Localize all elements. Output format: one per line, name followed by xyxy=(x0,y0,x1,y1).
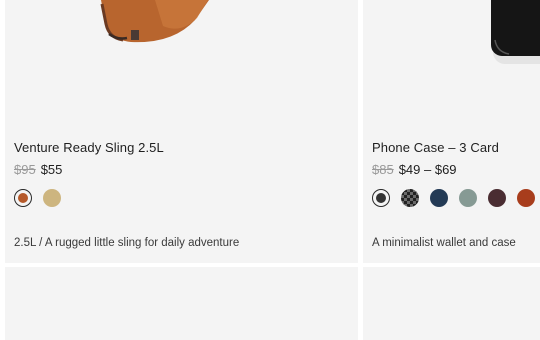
product-title[interactable]: Venture Ready Sling 2.5L xyxy=(14,140,164,155)
swatch-check[interactable] xyxy=(401,189,419,207)
swatch-tan[interactable] xyxy=(43,189,61,207)
swatch-sage[interactable] xyxy=(459,189,477,207)
swatch-rust-selected[interactable] xyxy=(14,189,32,207)
sale-price: $55 xyxy=(40,162,63,177)
swatch-navy[interactable] xyxy=(430,189,448,207)
swatch-plum[interactable] xyxy=(488,189,506,207)
sling-bag-image[interactable] xyxy=(5,0,358,130)
original-price: $95 xyxy=(14,162,36,177)
price: $95 $55 xyxy=(14,162,62,177)
swatch-charcoal-selected[interactable] xyxy=(372,189,390,207)
product-card-sling[interactable]: Venture Ready Sling 2.5L $95 $55 2.5L / A… xyxy=(5,0,358,263)
original-price: $85 xyxy=(372,162,394,177)
product-description: 2.5L / A rugged little sling for daily a… xyxy=(14,237,240,249)
color-swatches xyxy=(14,189,61,207)
sale-price: $49 – $69 xyxy=(398,162,457,177)
product-card-placeholder[interactable] xyxy=(363,267,540,340)
swatch-red[interactable] xyxy=(517,189,535,207)
product-title[interactable]: Phone Case – 3 Card xyxy=(372,140,499,155)
phone-case-image[interactable] xyxy=(363,0,540,130)
product-card-phone-case[interactable]: Phone Case – 3 Card $85 $49 – $69 A minim… xyxy=(363,0,540,263)
price: $85 $49 – $69 xyxy=(372,162,457,177)
color-swatches xyxy=(372,189,535,207)
product-description: A minimalist wallet and case xyxy=(372,237,516,249)
product-card-placeholder[interactable] xyxy=(5,267,358,340)
